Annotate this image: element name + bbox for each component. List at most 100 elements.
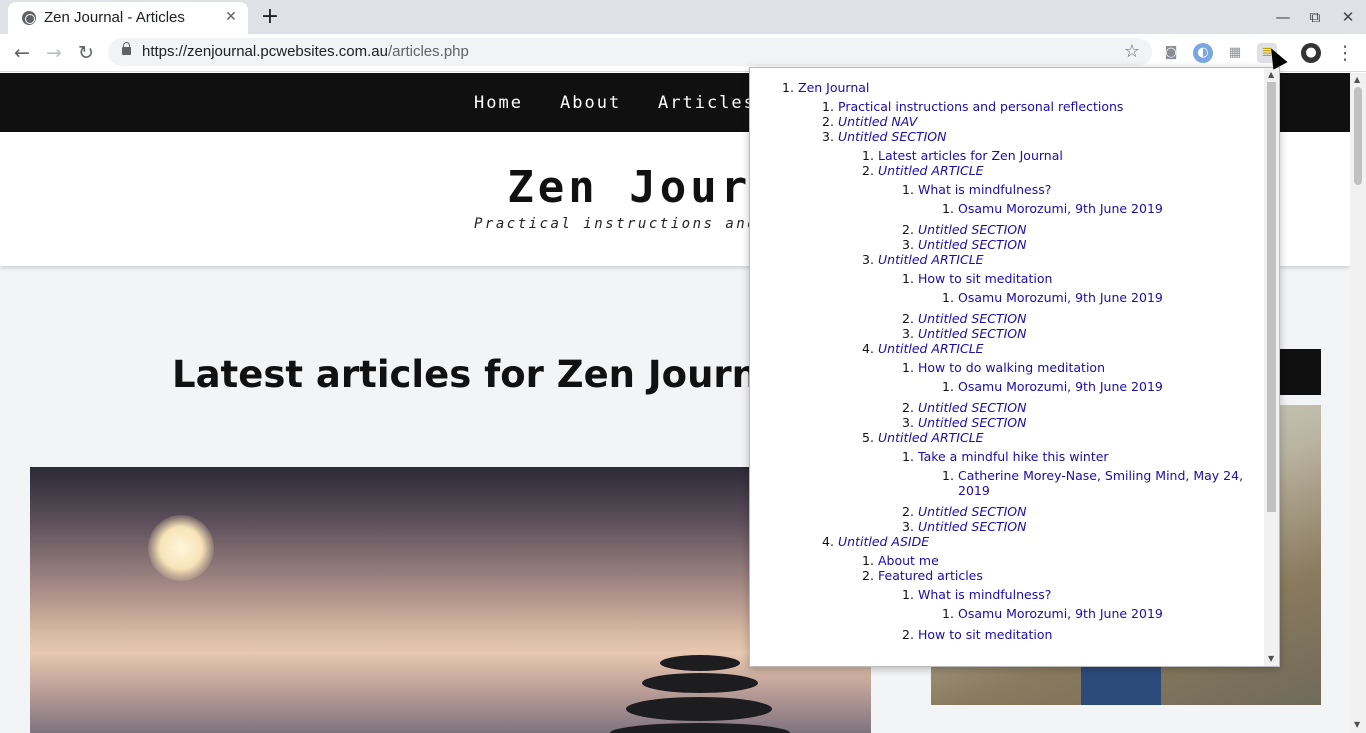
address-bar[interactable]: https://zenjournal.pcwebsites.com.au/art… <box>108 38 1152 66</box>
outline-item: 1. Zen Journal 1. Practical instructions a… <box>782 80 1279 642</box>
outline-link[interactable]: Osamu Morozumi, 9th June 2019 <box>958 379 1163 394</box>
outline-link[interactable]: Untitled SECTION <box>918 504 1027 519</box>
outline-item: 1. Osamu Morozumi, 9th June 2019 <box>942 606 1163 621</box>
bookmark-star-icon[interactable]: ☆ <box>1124 41 1140 62</box>
outline-item: 3. Untitled SECTION <box>902 519 1027 534</box>
outline-link[interactable]: How to do walking meditation <box>918 360 1105 375</box>
outline-link[interactable]: Untitled SECTION <box>918 415 1027 430</box>
url-host: https://zenjournal.pcwebsites.com.au <box>142 43 388 60</box>
outline-sublist: 1. Catherine Morey-Nase, Smiling Mind, Ma… <box>918 468 1279 498</box>
outline-item: 2. Untitled SECTION <box>902 400 1027 415</box>
outline-item: 1. How to sit meditation 1. Osamu Morozumi… <box>902 271 1279 305</box>
outline-sublist: 1. What is mindfulness? 1. Osamu Morozumi,… <box>878 182 1279 252</box>
outline-item: 1. Take a mindful hike this winter 1. Cath… <box>902 449 1279 498</box>
outline-link[interactable]: Untitled SECTION <box>918 519 1027 534</box>
grid-extension-icon[interactable]: ▦ <box>1225 43 1245 63</box>
tab-title: Zen Journal - Articles <box>44 9 185 26</box>
outline-link[interactable]: Untitled ARTICLE <box>878 252 984 267</box>
restore-button[interactable]: ⧉ <box>1303 6 1327 28</box>
stone <box>626 697 772 721</box>
outline-link[interactable]: Latest articles for Zen Journal <box>878 148 1063 163</box>
url-path: /articles.php <box>387 43 469 60</box>
forward-icon[interactable]: → <box>41 40 67 66</box>
outline-item: 1. Latest articles for Zen Journal <box>862 148 1063 163</box>
outline-link[interactable]: How to sit meditation <box>918 627 1052 642</box>
outline-sublist: 1. How to do walking meditation 1. Osamu M… <box>878 360 1279 430</box>
outline-item: 2. Untitled SECTION <box>902 222 1027 237</box>
outline-link[interactable]: Untitled SECTION <box>918 222 1027 237</box>
nav-articles[interactable]: Articles <box>658 93 756 113</box>
globe-icon <box>22 11 36 25</box>
outline-popup: 1. Zen Journal 1. Practical instructions a… <box>749 67 1280 667</box>
outline-link[interactable]: Untitled ARTICLE <box>878 341 984 356</box>
scroll-thumb[interactable] <box>1354 87 1362 185</box>
menu-kebab-icon[interactable]: ⋮ <box>1332 40 1358 66</box>
outline-link[interactable]: Zen Journal <box>798 80 869 95</box>
outline-link[interactable]: About me <box>878 553 939 568</box>
outline-link[interactable]: Untitled ARTICLE <box>878 163 984 178</box>
outline-item: 3. Untitled SECTION <box>902 415 1027 430</box>
outline-sublist: 1. How to sit meditation 1. Osamu Morozumi… <box>878 271 1279 341</box>
outline-item: 1. Osamu Morozumi, 9th June 2019 <box>942 290 1163 305</box>
hero-image <box>30 467 871 733</box>
stone <box>660 655 740 671</box>
stone <box>642 673 758 693</box>
outline-sublist: 1. Practical instructions and personal re… <box>798 99 1279 642</box>
blue-extension-icon[interactable]: ◐ <box>1193 43 1213 63</box>
profile-avatar[interactable]: ● <box>1301 43 1321 63</box>
outline-link[interactable]: Osamu Morozumi, 9th June 2019 <box>958 606 1163 621</box>
outline-link[interactable]: Catherine Morey-Nase, Smiling Mind, May … <box>958 468 1243 498</box>
browser-tab[interactable]: Zen Journal - Articles ✕ <box>8 2 248 34</box>
outline-link[interactable]: Practical instructions and personal refl… <box>838 99 1123 114</box>
minimize-button[interactable]: — <box>1271 6 1295 28</box>
outline-link[interactable]: Untitled SECTION <box>838 129 947 144</box>
outline-link[interactable]: Take a mindful hike this winter <box>918 449 1109 464</box>
outline-link[interactable]: Osamu Morozumi, 9th June 2019 <box>958 290 1163 305</box>
page-scrollbar[interactable]: ▲ ▼ <box>1350 73 1366 733</box>
outline-link[interactable]: How to sit meditation <box>918 271 1052 286</box>
outline-link[interactable]: Untitled SECTION <box>918 400 1027 415</box>
reload-icon[interactable]: ↻ <box>73 40 99 66</box>
scroll-up-arrow[interactable]: ▲ <box>1354 75 1360 84</box>
close-tab-icon[interactable]: ✕ <box>222 8 240 26</box>
outline-link[interactable]: What is mindfulness? <box>918 182 1051 197</box>
outline-item: 3. Untitled SECTION 1. Latest articles for… <box>822 129 1279 534</box>
outline-item: 1. What is mindfulness? 1. Osamu Morozumi,… <box>902 587 1279 621</box>
outline-item: 1. How to do walking meditation 1. Osamu M… <box>902 360 1279 394</box>
outline-link[interactable]: What is mindfulness? <box>918 587 1051 602</box>
tab-strip: Zen Journal - Articles ✕ + — ⧉ ✕ <box>0 0 1366 34</box>
back-icon[interactable]: ← <box>9 40 35 66</box>
outline-item: 1. Catherine Morey-Nase, Smiling Mind, Ma… <box>942 468 1244 498</box>
outline-link[interactable]: Untitled ASIDE <box>838 534 929 549</box>
outline-link[interactable]: Untitled SECTION <box>918 311 1027 326</box>
outline-link[interactable]: Untitled SECTION <box>918 326 1027 341</box>
outline-item: 2. Featured articles 1. What is mindfulnes… <box>862 568 1279 642</box>
outline-sublist: 1. What is mindfulness? 1. Osamu Morozumi,… <box>878 587 1279 642</box>
outline-sublist: 1. Latest articles for Zen Journal 2. Unti… <box>838 148 1279 534</box>
popup-scroll-thumb[interactable] <box>1267 82 1276 512</box>
outline-link[interactable]: Untitled SECTION <box>918 237 1027 252</box>
popup-scrollbar[interactable]: ▲ ▼ <box>1264 68 1279 666</box>
popup-scroll-up-arrow[interactable]: ▲ <box>1268 70 1274 79</box>
outline-item: 3. Untitled ARTICLE 1. How to sit meditati… <box>862 252 1279 341</box>
outline-item: 5. Untitled ARTICLE 1. Take a mindful hike… <box>862 430 1279 534</box>
outline-sublist: 1. Take a mindful hike this winter 1. Cath… <box>878 449 1279 534</box>
outline-item: 1. What is mindfulness? 1. Osamu Morozumi,… <box>902 182 1279 216</box>
sun <box>148 515 214 581</box>
outline-link[interactable]: Untitled ARTICLE <box>878 430 984 445</box>
lock-icon <box>122 42 131 55</box>
outline-item: 4. Untitled ARTICLE 1. How to do walking m… <box>862 341 1279 430</box>
nav-about[interactable]: About <box>560 93 621 113</box>
nav-home[interactable]: Home <box>474 93 523 113</box>
scroll-down-arrow[interactable]: ▼ <box>1354 720 1360 729</box>
outline-item: 1. Osamu Morozumi, 9th June 2019 <box>942 379 1163 394</box>
stone <box>610 723 790 733</box>
outline-link[interactable]: Featured articles <box>878 568 983 583</box>
window-close-button[interactable]: ✕ <box>1336 6 1360 28</box>
outline-item: 1. Practical instructions and personal re… <box>822 99 1124 114</box>
camera-extension-icon[interactable]: ◙ <box>1161 43 1181 63</box>
outline-link[interactable]: Osamu Morozumi, 9th June 2019 <box>958 201 1163 216</box>
new-tab-button[interactable]: + <box>256 4 284 32</box>
outline-link[interactable]: Untitled NAV <box>838 114 917 129</box>
popup-scroll-down-arrow[interactable]: ▼ <box>1268 654 1274 663</box>
